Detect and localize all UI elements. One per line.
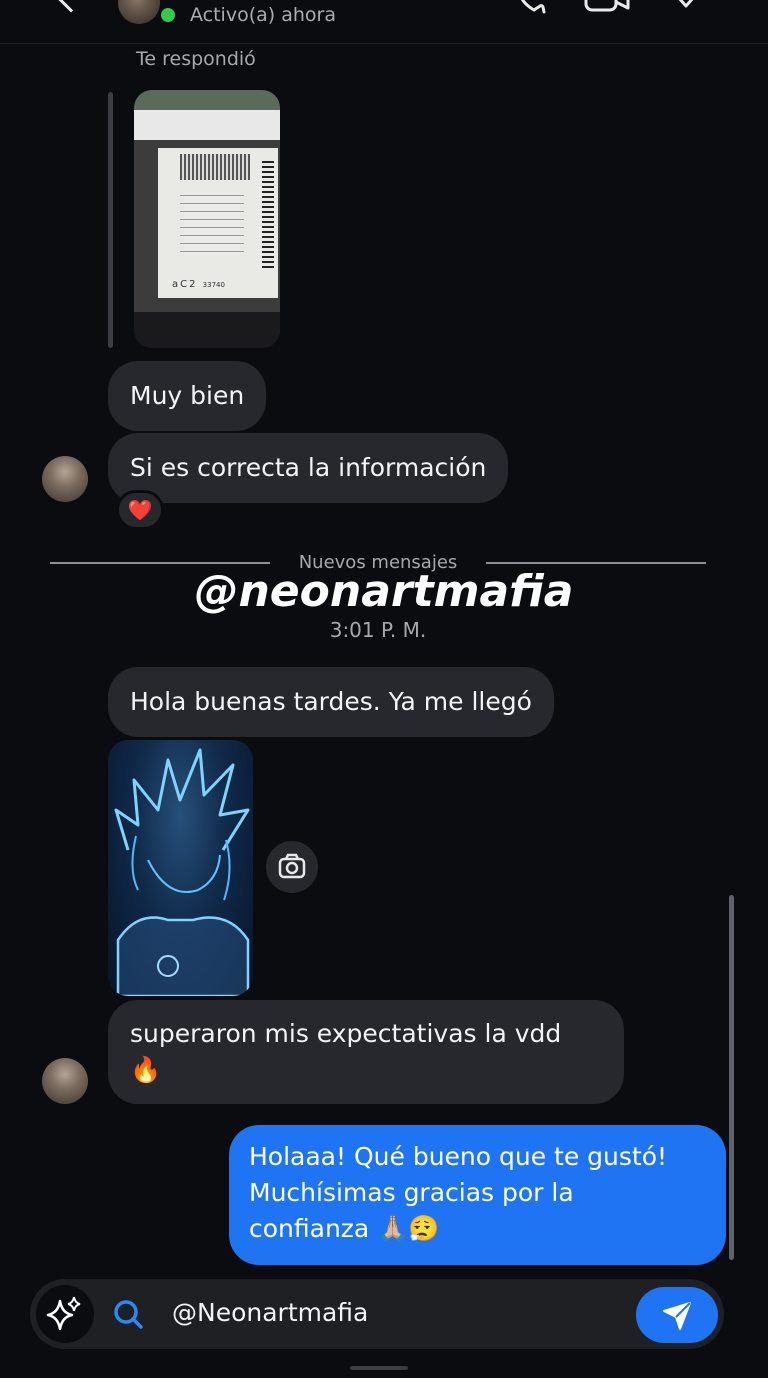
neon-sign-photo[interactable] <box>108 740 253 996</box>
scrollbar[interactable] <box>729 895 734 1260</box>
video-camera-icon[interactable] <box>584 0 630 14</box>
message-input[interactable]: @Neonartmafia <box>172 1298 368 1327</box>
photo-document: aC2 33740 <box>158 148 278 298</box>
divider-line <box>50 562 270 564</box>
timestamp: 3:01 P. M. <box>329 618 427 642</box>
message-bubble[interactable]: Muy bien <box>108 361 267 431</box>
sparkle-icon <box>46 1296 81 1331</box>
message-bubble[interactable]: Hola buenas tardes. Ya me llegó <box>108 667 554 737</box>
photo-browser-tabs <box>134 90 280 110</box>
sender-avatar[interactable] <box>42 456 88 502</box>
sender-avatar[interactable] <box>42 1058 88 1104</box>
photo-screen: aC2 33740 <box>134 140 280 312</box>
message-bubble[interactable]: superaron mis expectativas la vdd 🔥 <box>108 1000 624 1104</box>
camera-button[interactable] <box>266 841 318 893</box>
replied-photo[interactable]: aC2 33740 <box>134 90 280 348</box>
watermark-handle: @neonartmafia <box>194 566 574 617</box>
photo-document-code: aC2 33740 <box>172 279 225 290</box>
photo-document-barcode <box>262 158 274 268</box>
send-button[interactable] <box>636 1287 718 1343</box>
divider-line <box>486 562 706 564</box>
heart-reaction[interactable]: ❤️ <box>116 490 164 530</box>
message-line: superaron mis expectativas la vdd <box>130 1019 562 1048</box>
neon-outline-art <box>114 748 250 996</box>
home-indicator <box>350 1366 408 1370</box>
photo-keyboard <box>134 312 280 348</box>
send-icon <box>663 1302 691 1330</box>
reply-quote-bar <box>108 92 113 348</box>
photo-document-lines <box>180 192 244 252</box>
message-bubble[interactable]: Si es correcta la información <box>108 433 509 503</box>
search-button[interactable] <box>101 1285 155 1343</box>
photo-document-header <box>180 154 250 180</box>
ai-sparkle-button[interactable] <box>36 1285 94 1343</box>
message-line: confianza 🙏🏼😮‍💨 <box>249 1214 440 1243</box>
message-line: Muchísimas gracias por la <box>249 1178 574 1207</box>
reply-label: Te respondió <box>136 48 256 70</box>
camera-icon <box>278 853 306 879</box>
chat-header <box>0 0 768 44</box>
photo-browser-bar <box>134 110 280 140</box>
message-line: Holaaa! Qué bueno que te gustó! <box>249 1142 668 1171</box>
heart-icon[interactable] <box>668 0 704 14</box>
phone-icon[interactable] <box>512 0 548 14</box>
outgoing-message-bubble[interactable]: Holaaa! Qué bueno que te gustó! Muchísim… <box>229 1125 726 1265</box>
fire-emoji: 🔥 <box>130 1055 162 1084</box>
search-icon <box>114 1300 143 1329</box>
contact-status: Activo(a) ahora <box>190 4 336 26</box>
online-indicator <box>158 5 178 25</box>
